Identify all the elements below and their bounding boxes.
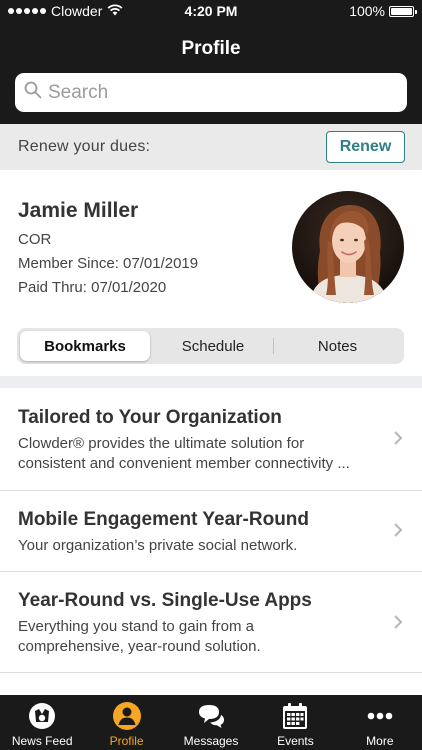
tab-label: News Feed — [11, 734, 73, 748]
renew-button[interactable]: Renew — [326, 131, 405, 163]
battery-percent: 100% — [349, 3, 385, 19]
bookmark-description-line: comprehensive, year-round solution. — [18, 638, 261, 655]
header: Profile — [0, 24, 422, 124]
bottom-tab-bar: News Feed Profile Messages Events More — [0, 695, 422, 750]
tab-label: Profile — [109, 734, 144, 748]
news-feed-logo-icon — [27, 701, 57, 731]
chevron-right-icon — [394, 523, 403, 537]
bookmark-description: Everything you stand to gain from a comp… — [18, 617, 398, 657]
bookmark-title: Tailored to Your Organization — [18, 407, 282, 428]
dues-banner: Renew your dues: Renew — [0, 124, 422, 170]
bookmark-description-line: consistent and convenient member connect… — [18, 455, 350, 472]
section-divider — [0, 376, 422, 388]
bookmark-description-line: Your organization’s private social netwo… — [18, 537, 298, 554]
page-title: Profile — [181, 38, 241, 59]
profile-role: COR — [18, 231, 52, 248]
tab-messages[interactable]: Messages — [169, 695, 253, 750]
tab-label: Events — [277, 734, 314, 748]
tab-notes[interactable]: Notes — [274, 328, 401, 364]
paid-thru: Paid Thru: 07/01/2020 — [18, 279, 167, 296]
bookmark-item[interactable]: Mobile Engagement Year-Round Your organi… — [0, 491, 422, 572]
tab-label: Messages — [183, 734, 239, 748]
tab-more[interactable]: More — [338, 695, 422, 750]
dues-label: Renew your dues: — [18, 138, 151, 155]
chat-bubbles-icon — [196, 701, 226, 731]
bookmark-description-line: Clowder® provides the ultimate solution … — [18, 435, 305, 452]
battery-icon — [389, 5, 417, 17]
tab-bookmarks[interactable]: Bookmarks — [20, 331, 150, 361]
bookmark-description: Your organization’s private social netwo… — [18, 536, 398, 556]
more-dots-icon — [365, 701, 395, 731]
bookmark-description-line: Everything you stand to gain from a — [18, 618, 254, 635]
profile-card: Jamie Miller COR Member Since: 07/01/201… — [0, 170, 422, 376]
calendar-icon — [280, 701, 310, 731]
tab-schedule[interactable]: Schedule — [153, 328, 273, 364]
tab-news-feed[interactable]: News Feed — [0, 695, 84, 750]
profile-segmented-control: Bookmarks Schedule Notes — [17, 328, 404, 364]
profile-name: Jamie Miller — [18, 199, 139, 222]
bookmark-title: Year-Round vs. Single-Use Apps — [18, 590, 312, 611]
search-input[interactable] — [48, 81, 388, 104]
tab-profile[interactable]: Profile — [84, 695, 168, 750]
chevron-right-icon — [394, 431, 403, 445]
bookmark-title: Mobile Engagement Year-Round — [18, 509, 310, 530]
bookmark-item[interactable]: Tailored to Your Organization Clowder® p… — [0, 388, 422, 491]
battery-info: 100% — [349, 3, 417, 19]
member-since: Member Since: 07/01/2019 — [18, 255, 199, 272]
chevron-right-icon — [394, 615, 403, 629]
tab-label: More — [366, 734, 394, 748]
status-bar: Clowder 4:20 PM 100% — [0, 0, 422, 24]
bookmark-item[interactable]: Year-Round vs. Single-Use Apps Everythin… — [0, 572, 422, 673]
tab-events[interactable]: Events — [253, 695, 337, 750]
profile-person-icon — [112, 701, 142, 731]
search-icon — [24, 81, 42, 104]
search-bar[interactable] — [15, 73, 407, 112]
bookmark-description: Clowder® provides the ultimate solution … — [18, 434, 398, 474]
avatar[interactable] — [292, 191, 404, 303]
